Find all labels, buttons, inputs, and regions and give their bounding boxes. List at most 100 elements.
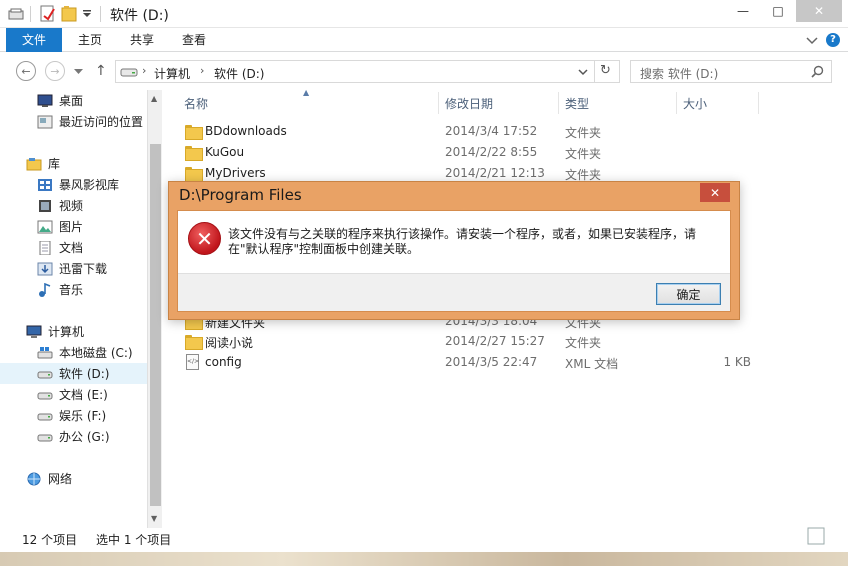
search-icon bbox=[811, 65, 824, 78]
network-icon bbox=[27, 472, 41, 485]
help-icon[interactable]: ? bbox=[826, 33, 840, 47]
drive-icon bbox=[37, 413, 53, 420]
search-placeholder: 搜索 软件 (D:) bbox=[640, 67, 719, 81]
address-dropdown-icon[interactable] bbox=[578, 69, 588, 76]
forward-button[interactable]: → bbox=[45, 61, 65, 81]
minimize-button[interactable]: — bbox=[726, 0, 760, 22]
tab-home[interactable]: 主页 bbox=[64, 28, 116, 52]
nav-label: 本地磁盘 (C:) bbox=[59, 346, 133, 360]
nav-label: 最近访问的位置 bbox=[59, 115, 144, 129]
drive-icon bbox=[120, 68, 138, 77]
address-bar[interactable]: › 计算机 › 软件 (D:) ↻ bbox=[115, 60, 620, 83]
column-header-size[interactable]: 大小 bbox=[683, 92, 707, 114]
nav-item-drive-d[interactable]: 软件 (D:) bbox=[0, 363, 148, 384]
file-type: 文件夹 bbox=[565, 336, 602, 350]
dialog-close-button[interactable]: ✕ bbox=[700, 183, 730, 202]
selected-count: 选中 1 个项目 bbox=[96, 533, 172, 547]
nav-item-drive-c[interactable]: 本地磁盘 (C:) bbox=[0, 342, 148, 363]
video-icon bbox=[39, 199, 51, 212]
new-folder-icon[interactable] bbox=[61, 5, 77, 23]
window-title: 软件 (D:) bbox=[110, 8, 169, 24]
nav-item-drive-e[interactable]: 文档 (E:) bbox=[0, 384, 148, 405]
nav-label: 桌面 bbox=[59, 94, 84, 108]
table-row[interactable]: KuGou 2014/2/22 8:55 文件夹 bbox=[164, 142, 814, 163]
file-type: 文件夹 bbox=[565, 147, 602, 161]
column-divider bbox=[676, 92, 677, 114]
search-box[interactable]: 搜索 软件 (D:) bbox=[630, 60, 832, 83]
nav-item-music[interactable]: 音乐 bbox=[0, 279, 148, 300]
error-dialog: D:\Program Files ✕ ✕ 该文件没有与之关联的程序来执行该操作。… bbox=[168, 181, 740, 320]
maximize-icon: □ bbox=[772, 4, 784, 18]
nav-label: 办公 (G:) bbox=[59, 430, 110, 444]
nav-item-documents[interactable]: 文档 bbox=[0, 237, 148, 258]
sort-indicator-icon: ▲ bbox=[303, 88, 310, 97]
close-icon: ✕ bbox=[709, 185, 721, 200]
tab-share[interactable]: 共享 bbox=[116, 28, 168, 52]
computer-icon bbox=[26, 325, 42, 338]
file-date: 2014/2/27 15:27 bbox=[445, 334, 545, 348]
minimize-icon: — bbox=[737, 4, 749, 18]
table-row[interactable]: 阅读小说 2014/2/27 15:27 文件夹 bbox=[164, 331, 814, 352]
column-header-type[interactable]: 类型 bbox=[565, 92, 589, 114]
drive-icon bbox=[37, 371, 53, 378]
nav-item-pictures[interactable]: 图片 bbox=[0, 216, 148, 237]
file-name: config bbox=[205, 355, 242, 369]
nav-label: 图片 bbox=[59, 220, 84, 234]
nav-label: 库 bbox=[48, 157, 61, 171]
folder-icon bbox=[185, 335, 203, 350]
nav-item-thunder-downloads[interactable]: 迅雷下载 bbox=[0, 258, 148, 279]
column-header-name[interactable]: 名称 bbox=[184, 92, 208, 114]
nav-label: 软件 (D:) bbox=[59, 367, 110, 381]
documents-icon bbox=[39, 240, 51, 255]
nav-item-computer[interactable]: 计算机 bbox=[0, 321, 148, 342]
nav-item-desktop[interactable]: 桌面 bbox=[0, 90, 148, 111]
tab-view[interactable]: 查看 bbox=[168, 28, 220, 52]
desktop-icon bbox=[37, 94, 53, 107]
nav-item-recent-places[interactable]: 最近访问的位置 bbox=[0, 111, 148, 132]
nav-item-drive-g[interactable]: 办公 (G:) bbox=[0, 426, 148, 447]
drive-icon bbox=[37, 434, 53, 441]
table-row[interactable]: BDdownloads 2014/3/4 17:52 文件夹 bbox=[164, 121, 814, 142]
file-size: 1 KB bbox=[723, 355, 751, 369]
ok-button[interactable]: 确定 bbox=[656, 283, 721, 305]
recent-places-icon bbox=[37, 115, 53, 128]
scrollbar-thumb[interactable] bbox=[150, 144, 161, 506]
properties-icon[interactable] bbox=[40, 5, 56, 23]
file-date: 2014/3/5 22:47 bbox=[445, 355, 538, 369]
nav-item-video-library[interactable]: 暴风影视库 bbox=[0, 174, 148, 195]
expand-ribbon-icon[interactable] bbox=[806, 36, 818, 46]
nav-item-videos[interactable]: 视频 bbox=[0, 195, 148, 216]
back-button[interactable]: ← bbox=[16, 61, 36, 81]
nav-item-drive-f[interactable]: 娱乐 (F:) bbox=[0, 405, 148, 426]
nav-pane-scrollbar[interactable]: ▲ ▼ bbox=[147, 90, 162, 528]
file-name: MyDrivers bbox=[205, 166, 266, 180]
column-header-date[interactable]: 修改日期 bbox=[445, 92, 493, 114]
table-row[interactable]: </> config 2014/3/5 22:47 XML 文档 1 KB bbox=[164, 352, 814, 373]
column-divider bbox=[758, 92, 759, 114]
xml-document-icon: </> bbox=[186, 354, 199, 370]
nav-item-libraries[interactable]: 库 bbox=[0, 153, 148, 174]
item-count: 12 个项目 bbox=[22, 533, 78, 547]
close-button[interactable]: ✕ bbox=[796, 0, 842, 22]
nav-item-network[interactable]: 网络 bbox=[0, 468, 148, 489]
file-date: 2014/3/4 17:52 bbox=[445, 124, 538, 138]
scroll-up-icon[interactable]: ▲ bbox=[151, 94, 157, 103]
up-arrow-icon[interactable]: ↑ bbox=[95, 63, 107, 79]
breadcrumb-computer[interactable]: 计算机 bbox=[154, 65, 190, 82]
file-date: 2014/2/22 8:55 bbox=[445, 145, 538, 159]
breadcrumb-drive-d[interactable]: 软件 (D:) bbox=[214, 65, 264, 82]
customize-quick-access-icon[interactable] bbox=[82, 9, 92, 19]
nav-label: 视频 bbox=[59, 199, 84, 213]
nav-label: 迅雷下载 bbox=[59, 262, 108, 276]
column-divider bbox=[438, 92, 439, 114]
refresh-icon[interactable]: ↻ bbox=[600, 63, 611, 78]
dialog-message: 该文件没有与之关联的程序来执行该操作。请安装一个程序，或者，如果已安装程序，请在… bbox=[228, 227, 697, 256]
recent-locations-icon[interactable] bbox=[74, 68, 83, 75]
library-icon bbox=[26, 157, 42, 170]
window-menu-icon[interactable] bbox=[8, 7, 24, 21]
dialog-title: D:\Program Files bbox=[179, 186, 302, 204]
maximize-button[interactable]: □ bbox=[762, 0, 794, 22]
scroll-down-icon[interactable]: ▼ bbox=[151, 514, 157, 523]
dialog-body: ✕ 该文件没有与之关联的程序来执行该操作。请安装一个程序，或者，如果已安装程序，… bbox=[177, 210, 731, 312]
tab-file[interactable]: 文件 bbox=[6, 28, 62, 52]
